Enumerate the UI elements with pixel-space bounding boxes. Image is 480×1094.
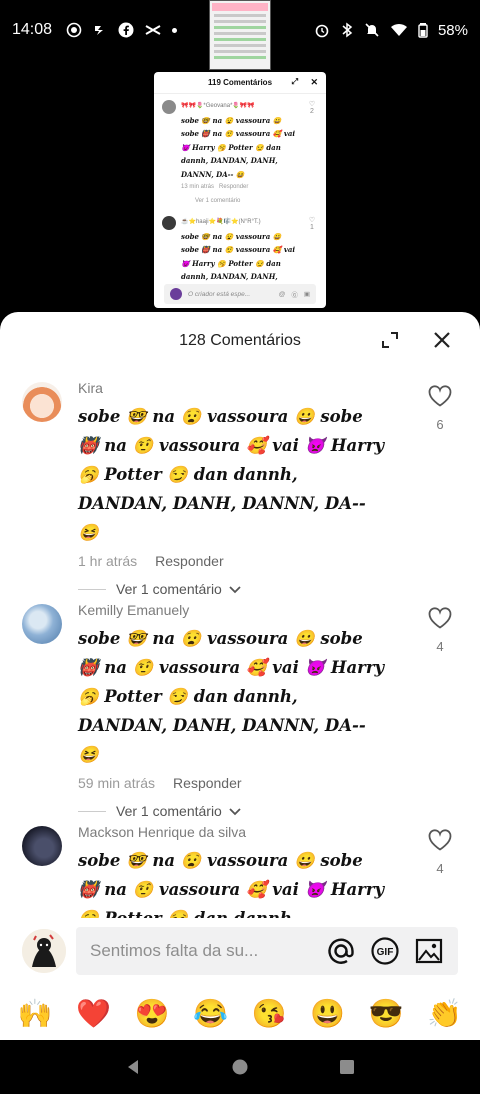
screen: 14:08 58% 119 Comentários ⤢ ✕ 🎀🎀🌷*Geovan… bbox=[0, 0, 480, 1094]
emoji-button[interactable]: 😂 bbox=[193, 997, 228, 1030]
mini-comment-meta: 13 min atrás Responder bbox=[181, 184, 249, 190]
home-icon[interactable] bbox=[230, 1057, 250, 1077]
reply-button[interactable]: Responder bbox=[173, 775, 242, 791]
more-notifications-dot bbox=[172, 27, 178, 33]
like-count: 6 bbox=[436, 417, 444, 432]
mini-header: 119 Comentários ⤢ ✕ bbox=[154, 72, 326, 94]
close-icon[interactable] bbox=[430, 328, 454, 352]
comment-item: Mackson Henrique da silva sobe 🤓 na 😧 va… bbox=[0, 814, 480, 918]
comment-text: sobe 🤓 na 😧 vassoura 😀 sobe 👹 na 🤨 vasso… bbox=[78, 629, 385, 764]
divider bbox=[78, 588, 106, 590]
mini-input: O criador está espe... @ Ⓖ ▣ bbox=[164, 284, 316, 304]
mini-comment-name: 🎀🎀🌷*Geovana*🌷🎀🎀 bbox=[181, 103, 255, 109]
emoji-button[interactable]: ❤️ bbox=[76, 997, 111, 1030]
gif-icon[interactable]: GIF bbox=[370, 936, 400, 966]
like-button[interactable]: 4 bbox=[426, 828, 454, 876]
battery-icon bbox=[418, 23, 428, 38]
self-avatar[interactable] bbox=[22, 929, 66, 973]
avatar[interactable] bbox=[22, 382, 62, 422]
comment-author[interactable]: Mackson Henrique da silva bbox=[78, 824, 480, 844]
mini-comment: ☕⭐haaji⭐💐🎼⭐(N°R°T.) sobe 🤓 na 😧 vassoura… bbox=[154, 210, 326, 294]
wifi-icon bbox=[390, 23, 407, 36]
record-icon bbox=[66, 22, 82, 38]
expand-icon[interactable] bbox=[380, 330, 400, 350]
mini-self-avatar bbox=[170, 288, 182, 300]
mini-comment-text: sobe 🤓 na 😧 vassoura 😀 sobe 👹 na 🤨 vasso… bbox=[181, 231, 296, 293]
emoji-button[interactable]: 😍 bbox=[135, 997, 170, 1030]
mini-close-icon: ✕ bbox=[310, 77, 318, 87]
comment-author[interactable]: Kemilly Emanuely bbox=[78, 602, 480, 622]
mini-at-icon: @ bbox=[278, 290, 286, 298]
battery-level: 58% bbox=[437, 21, 468, 39]
comment-text: sobe 🤓 na 😧 vassoura 😀 sobe 👹 na 🤨 vasso… bbox=[78, 407, 385, 542]
mini-image-icon: ▣ bbox=[303, 291, 310, 298]
clock: 14:08 bbox=[12, 21, 53, 38]
comment-composer: Sentimos falta da su... GIF bbox=[0, 918, 480, 984]
facebook-icon bbox=[118, 22, 134, 38]
emoji-button[interactable]: 😘 bbox=[252, 997, 287, 1030]
mini-like: ♡ 2 bbox=[308, 101, 316, 115]
emoji-button[interactable]: 🙌 bbox=[18, 997, 53, 1030]
comment-item: Kemilly Emanuely sobe 🤓 na 😧 vassoura 😀 … bbox=[0, 592, 480, 819]
at-icon[interactable] bbox=[326, 936, 356, 966]
emoji-quick-bar: 🙌 ❤️ 😍 😂 😘 😃 😎 👏 bbox=[0, 986, 480, 1040]
mini-view-replies: Ver 1 comentário bbox=[195, 197, 241, 204]
mini-avatar bbox=[162, 216, 176, 230]
system-icons: 58% bbox=[314, 22, 468, 39]
bluetooth-icon bbox=[342, 22, 353, 38]
capcut-icon bbox=[145, 25, 161, 35]
svg-text:GIF: GIF bbox=[377, 947, 394, 958]
divider bbox=[78, 810, 106, 812]
like-count: 4 bbox=[436, 861, 444, 876]
comments-sheet: 128 Comentários Kira sobe 🤓 na 😧 vassour… bbox=[0, 312, 480, 1040]
comments-count-title: 128 Comentários bbox=[179, 332, 301, 349]
like-button[interactable]: 6 bbox=[426, 384, 454, 432]
like-button[interactable]: 4 bbox=[426, 606, 454, 654]
app-icon bbox=[95, 26, 104, 35]
mini-avatar bbox=[162, 100, 176, 114]
mini-comment-name: ☕⭐haaji⭐💐🎼⭐(N°R°T.) bbox=[181, 219, 261, 225]
mini-like: ♡ 1 bbox=[308, 217, 316, 231]
system-navigation-bar bbox=[0, 1040, 480, 1094]
like-count: 4 bbox=[436, 639, 444, 654]
mini-gif-icon: Ⓖ bbox=[291, 292, 298, 299]
comment-input[interactable]: Sentimos falta da su... GIF bbox=[76, 927, 458, 975]
video-comment-preview: 119 Comentários ⤢ ✕ 🎀🎀🌷*Geovana*🌷🎀🎀 sobe… bbox=[154, 72, 326, 308]
comment-timestamp: 59 min atrás bbox=[78, 775, 156, 791]
background-video-thumbnail bbox=[209, 0, 271, 70]
comment-text: sobe 🤓 na 😧 vassoura 😀 sobe 👹 na 🤨 vasso… bbox=[78, 851, 385, 918]
emoji-button[interactable]: 😃 bbox=[310, 997, 345, 1030]
mini-comment: 🎀🎀🌷*Geovana*🌷🎀🎀 sobe 🤓 na 😧 vassoura 😀 s… bbox=[154, 94, 326, 210]
avatar[interactable] bbox=[22, 826, 62, 866]
avatar[interactable] bbox=[22, 604, 62, 644]
comment-item: Kira sobe 🤓 na 😧 vassoura 😀 sobe 👹 na 🤨 … bbox=[0, 370, 480, 597]
comment-list[interactable]: Kira sobe 🤓 na 😧 vassoura 😀 sobe 👹 na 🤨 … bbox=[0, 370, 480, 918]
image-icon[interactable] bbox=[414, 936, 444, 966]
back-icon[interactable] bbox=[123, 1057, 143, 1077]
reply-button[interactable]: Responder bbox=[155, 553, 224, 569]
heart-outline-icon bbox=[428, 607, 452, 629]
heart-outline-icon bbox=[428, 385, 452, 407]
mini-input-placeholder: O criador está espe... bbox=[188, 290, 251, 298]
notification-icons bbox=[66, 22, 178, 38]
emoji-button[interactable]: 👏 bbox=[427, 997, 462, 1030]
emoji-button[interactable]: 😎 bbox=[369, 997, 404, 1030]
comment-author[interactable]: Kira bbox=[78, 380, 480, 400]
comment-input-placeholder: Sentimos falta da su... bbox=[90, 941, 259, 960]
mute-icon bbox=[365, 23, 379, 37]
mini-expand-icon: ⤢ bbox=[291, 77, 298, 86]
mini-comment-text: sobe 🤓 na 😧 vassoura 😀 sobe 👹 na 🤨 vasso… bbox=[181, 115, 296, 179]
sheet-header: 128 Comentários bbox=[0, 312, 480, 370]
recents-icon[interactable] bbox=[337, 1057, 357, 1077]
mini-title: 119 Comentários bbox=[207, 78, 273, 87]
alarm-icon bbox=[315, 24, 329, 38]
heart-outline-icon bbox=[428, 829, 452, 851]
comment-timestamp: 1 hr atrás bbox=[78, 553, 138, 569]
